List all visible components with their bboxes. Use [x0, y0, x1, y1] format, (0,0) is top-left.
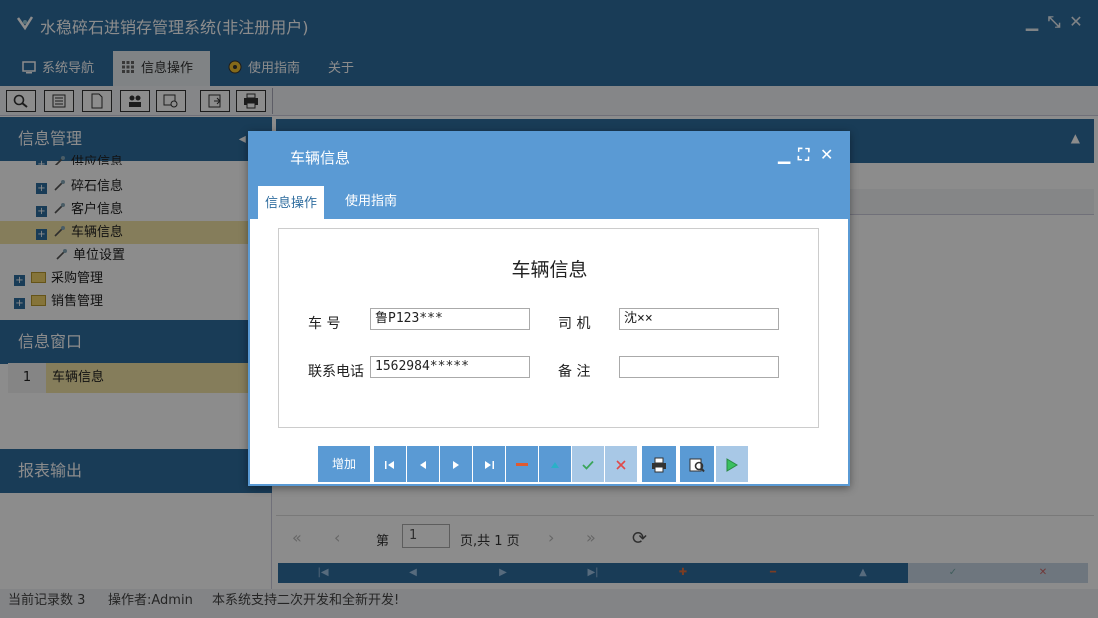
first-record-icon — [385, 460, 394, 469]
remark-input[interactable] — [619, 356, 779, 378]
print-button[interactable] — [642, 446, 676, 482]
tab-info-ops[interactable]: 信息操作 — [258, 184, 325, 219]
phone-input[interactable]: 1562984***** — [370, 356, 530, 378]
caret-up-icon — [551, 461, 559, 468]
run-button[interactable] — [716, 446, 748, 482]
next-record-button[interactable] — [440, 446, 472, 482]
dialog-header: 车辆信息 ▁ ⛶ ✕ — [250, 133, 848, 179]
confirm-button[interactable] — [572, 446, 604, 482]
dialog-tabs: 信息操作 使用指南 — [250, 179, 848, 219]
vehicle-dialog: 车辆信息 ▁ ⛶ ✕ 信息操作 使用指南 车辆信息 车 号 鲁P123*** 司… — [248, 131, 850, 486]
last-record-icon — [485, 460, 494, 469]
next-record-icon — [453, 460, 459, 469]
remark-label: 备 注 — [558, 364, 591, 380]
preview-button[interactable] — [680, 446, 714, 482]
minimize-icon[interactable]: ▁ — [778, 145, 790, 164]
x-icon — [616, 459, 626, 470]
form-title: 车辆信息 — [511, 259, 588, 281]
tab-user-guide[interactable]: 使用指南 — [338, 184, 404, 219]
edit-button[interactable] — [539, 446, 571, 482]
vehicle-form: 车辆信息 车 号 鲁P123*** 司 机 沈×× 联系电话 1562984**… — [278, 228, 819, 428]
check-icon — [582, 460, 594, 470]
plate-input[interactable]: 鲁P123*** — [370, 308, 530, 330]
minus-icon — [516, 462, 528, 466]
first-record-button[interactable] — [374, 446, 406, 482]
add-button[interactable]: 增加 — [318, 446, 370, 482]
dialog-title: 车辆信息 — [290, 149, 351, 167]
delete-button[interactable] — [506, 446, 538, 482]
close-icon[interactable]: ✕ — [820, 145, 833, 164]
print-preview-icon — [689, 458, 705, 472]
prev-record-icon — [420, 460, 426, 469]
phone-label: 联系电话 — [308, 364, 364, 380]
last-record-button[interactable] — [473, 446, 505, 482]
driver-label: 司 机 — [558, 316, 591, 332]
plate-label: 车 号 — [308, 316, 341, 332]
play-icon — [726, 457, 738, 472]
driver-input[interactable]: 沈×× — [619, 308, 779, 330]
prev-record-button[interactable] — [407, 446, 439, 482]
print-icon — [652, 457, 666, 472]
maximize-icon[interactable]: ⛶ — [798, 145, 809, 165]
cancel-button[interactable] — [605, 446, 637, 482]
